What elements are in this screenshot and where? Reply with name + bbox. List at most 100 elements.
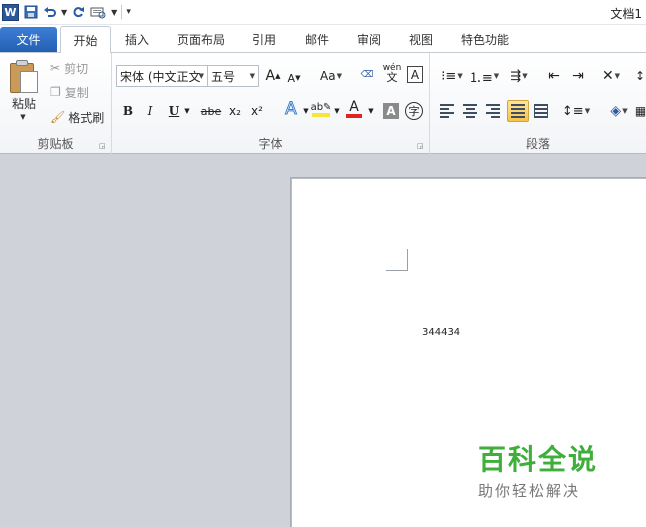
character-shading-icon: A — [386, 104, 396, 118]
align-center-button[interactable] — [461, 101, 479, 121]
justify-button[interactable] — [507, 100, 529, 122]
change-case-button[interactable]: Aa ▼ — [317, 66, 345, 86]
customize-qat-icon[interactable]: ▾ — [126, 7, 131, 17]
underline-button[interactable]: U — [166, 101, 182, 121]
tab-special-features[interactable]: 特色功能 — [453, 27, 517, 52]
shrink-font-button[interactable]: A ▼ — [286, 68, 302, 88]
print-preview-icon[interactable] — [89, 3, 107, 21]
underline-dropdown-icon[interactable]: ▼ — [182, 101, 192, 121]
tab-home[interactable]: 开始 — [60, 26, 111, 53]
tab-references[interactable]: 引用 — [245, 27, 283, 52]
paste-button[interactable]: 粘贴 — [8, 95, 40, 111]
font-color-icon: A — [349, 99, 359, 115]
font-name-value: 宋体 (中文正文 — [120, 69, 201, 84]
align-right-button[interactable] — [484, 101, 502, 121]
clipboard-launcher-icon[interactable]: ◲ — [99, 142, 107, 150]
italic-button[interactable]: I — [142, 101, 158, 121]
enclose-characters-icon: 字 — [408, 105, 420, 118]
enclose-characters-button[interactable]: 字 — [405, 102, 423, 120]
highlighter-icon: ab✎ — [310, 101, 332, 113]
paste-dropdown-icon[interactable]: ▼ — [16, 112, 30, 122]
font-group: 宋体 (中文正文 ▼ 五号 ▼ A ▲ A ▼ Aa ▼ ⌫ wén 文 A B I U… — [112, 53, 430, 154]
paragraph-group-label: 段落 — [525, 137, 550, 151]
title-bar: W ▼ ▼ ▾ 文档1 — [0, 0, 646, 25]
watermark-subtitle: 助你轻松解决 — [478, 482, 581, 500]
font-size-dropdown-icon[interactable]: ▼ — [250, 72, 255, 80]
line-spacing-button[interactable]: ↕≡ ▼ — [562, 101, 590, 121]
multilevel-list-button[interactable]: ⇶ ▼ — [504, 66, 534, 86]
copy-button[interactable]: ❐ 复制 — [50, 83, 98, 101]
font-launcher-icon[interactable]: ◲ — [417, 142, 425, 150]
sort-icon[interactable]: ↕ — [633, 66, 646, 86]
format-painter-button[interactable]: 🖌 格式刷 — [50, 108, 108, 126]
distributed-button[interactable] — [532, 101, 550, 121]
grow-font-button[interactable]: A ▲ — [265, 66, 281, 86]
increase-indent-icon[interactable]: ⇥ — [568, 66, 588, 86]
change-case-icon: Aa — [320, 69, 336, 83]
font-size-value: 五号 — [211, 69, 236, 84]
cut-button[interactable]: ✂ 剪切 — [50, 59, 98, 77]
document-title: 文档1 — [610, 7, 642, 21]
align-right-icon — [486, 104, 500, 118]
clear-formatting-icon[interactable]: ⌫ — [358, 65, 376, 85]
bullets-button[interactable]: ⁝≡ ▼ — [438, 66, 466, 86]
phonetic-guide-button[interactable]: wén 文 — [382, 63, 402, 84]
shrink-font-icon: A — [287, 71, 296, 85]
paste-icon[interactable] — [10, 59, 40, 93]
scissors-icon: ✂ — [50, 61, 61, 75]
distributed-icon — [534, 104, 548, 118]
redo-icon[interactable] — [71, 3, 85, 21]
font-size-combo[interactable]: 五号 ▼ — [207, 65, 259, 87]
undo-dropdown-icon[interactable]: ▼ — [61, 8, 67, 17]
bullets-icon: ⁝≡ — [441, 68, 457, 84]
format-painter-label: 格式刷 — [68, 110, 105, 125]
copy-label: 复制 — [64, 85, 89, 100]
superscript-button[interactable]: x² — [248, 101, 266, 121]
line-spacing-icon: ↕≡ — [561, 103, 584, 119]
clipboard-group: 粘贴 ▼ ✂ 剪切 ❐ 复制 🖌 格式刷 剪贴板 ◲ — [0, 53, 112, 154]
grow-font-icon: A — [265, 68, 276, 84]
font-name-combo[interactable]: 宋体 (中文正文 ▼ — [116, 65, 208, 87]
multilevel-list-icon: ⇶ — [510, 68, 522, 84]
font-color-dropdown-icon[interactable]: ▼ — [366, 101, 376, 121]
preview-dropdown-icon[interactable]: ▼ — [111, 8, 117, 17]
word-logo-icon[interactable]: W — [2, 3, 19, 21]
save-icon[interactable] — [23, 3, 39, 21]
chinese-layout-button[interactable]: ✕ ▼ — [598, 66, 624, 86]
tab-file[interactable]: 文件 — [0, 27, 57, 52]
borders-icon[interactable]: ▦ — [635, 101, 646, 121]
justify-icon — [511, 104, 525, 118]
document-text[interactable]: 344434 — [422, 327, 460, 338]
character-border-button[interactable]: A — [407, 66, 423, 83]
character-shading-button[interactable]: A — [383, 103, 399, 119]
numbering-button[interactable]: ⒈≡ ▼ — [469, 66, 499, 86]
highlight-dropdown-icon[interactable]: ▼ — [332, 101, 342, 121]
strikethrough-button[interactable]: abe — [200, 101, 222, 121]
character-border-icon: A — [410, 67, 420, 82]
ribbon-tabs: 文件 开始 插入 页面布局 引用 邮件 审阅 视图 特色功能 — [0, 25, 646, 53]
qat-separator — [121, 5, 123, 19]
decrease-indent-icon[interactable]: ⇤ — [544, 66, 564, 86]
tab-page-layout[interactable]: 页面布局 — [170, 27, 232, 52]
chinese-layout-icon: ✕ — [601, 68, 614, 84]
tab-insert[interactable]: 插入 — [117, 27, 157, 52]
align-left-icon — [440, 104, 454, 118]
tab-view[interactable]: 视图 — [402, 27, 440, 52]
subscript-button[interactable]: x₂ — [226, 101, 244, 121]
paragraph-group: ⁝≡ ▼ ⒈≡ ▼ ⇶ ▼ ⇤ ⇥ ✕ ▼ ↕ ↕≡ ▼ ◈ ▼ ▦ 段落 — [430, 53, 646, 154]
watermark-title: 百科全说 — [478, 443, 599, 476]
undo-icon[interactable] — [43, 3, 57, 21]
ribbon: 粘贴 ▼ ✂ 剪切 ❐ 复制 🖌 格式刷 剪贴板 ◲ 宋体 (中文正文 ▼ 五号… — [0, 52, 646, 154]
tab-review[interactable]: 审阅 — [350, 27, 388, 52]
font-group-label: 字体 — [258, 137, 283, 151]
highlight-button[interactable]: ab✎ — [311, 99, 331, 119]
bold-button[interactable]: B — [120, 101, 136, 121]
font-name-dropdown-icon[interactable]: ▼ — [199, 72, 204, 80]
tab-mailings[interactable]: 邮件 — [297, 27, 337, 52]
shading-button[interactable]: ◈ ▼ — [604, 101, 634, 121]
text-effects-dropdown-icon[interactable]: ▼ — [301, 101, 311, 121]
font-color-button[interactable]: A — [345, 99, 363, 119]
word-logo-letter: W — [4, 5, 17, 19]
align-left-button[interactable] — [438, 101, 456, 121]
text-effects-icon[interactable]: A — [280, 99, 302, 120]
